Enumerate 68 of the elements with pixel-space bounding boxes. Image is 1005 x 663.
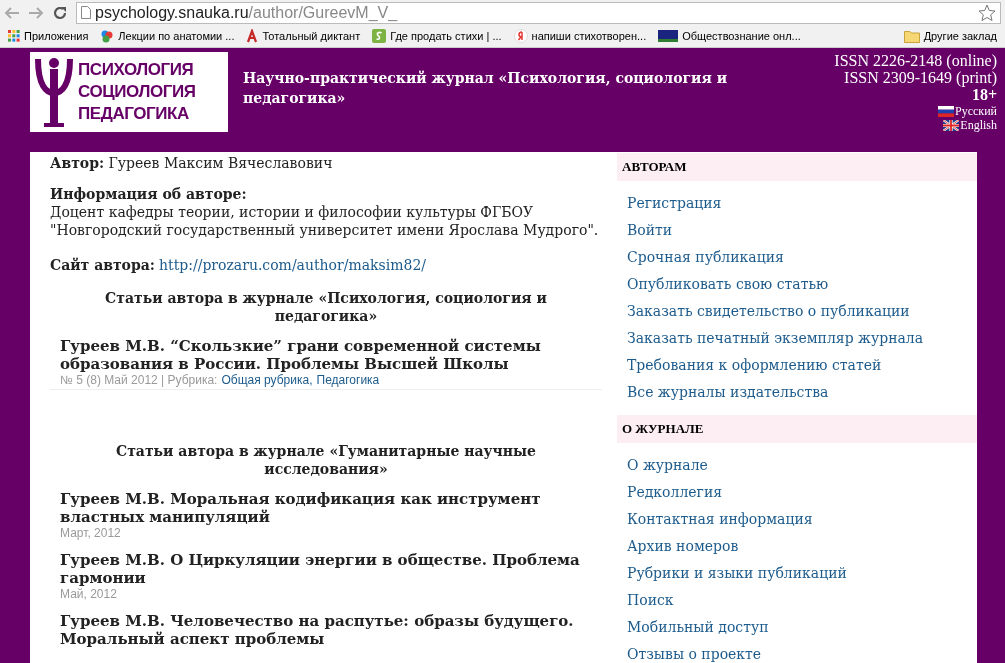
sidebar-link[interactable]: Срочная публикация	[627, 244, 784, 271]
journal-title: Научно-практический журнал «Психология, социология и педагогика»	[243, 69, 729, 108]
article-title[interactable]: Гуреев М.В. Моральная кодификация как инструмент властных манипуляций	[60, 490, 602, 526]
logo-text: ПЕДАГОГИКА	[78, 103, 190, 125]
language-link[interactable]: English	[943, 118, 997, 132]
author-info-label: Информация об авторе:	[50, 185, 248, 203]
comma-separator: ,	[309, 373, 313, 388]
sidebar-link[interactable]: Регистрация	[627, 190, 722, 217]
sidebar-link[interactable]: Войти	[627, 217, 673, 244]
author-name: Автор: Гуреев Максим Вячеславович	[50, 154, 334, 172]
sidebar-link[interactable]: Требования к оформлению статей	[627, 352, 882, 379]
issn-text: ISSN 2309-1649 (print)	[844, 69, 997, 86]
bookmark[interactable]: Где продать стихи | ...	[372, 27, 502, 45]
bookmark[interactable]: Тотальный диктант	[246, 27, 361, 45]
page-icon	[81, 6, 91, 19]
sidebar-link[interactable]: Все журналы издательства	[627, 379, 829, 406]
british-flag-icon	[943, 119, 960, 131]
article-meta: Май, 2012	[60, 587, 117, 602]
logo-text: СОЦИОЛОГИЯ	[78, 81, 196, 103]
article-title[interactable]: Гуреев М.В. “Скользкие” грани современной системы образования в России. Проблемы Высшей Школы	[60, 337, 602, 373]
age-rating: 18+	[971, 86, 997, 104]
bookmark[interactable]: Обществознание онл...	[658, 27, 801, 45]
russian-flag-icon	[938, 105, 954, 117]
folder-icon	[903, 29, 920, 43]
logo[interactable]: ПСИХОЛОГИЯ СОЦИОЛОГИЯ ПЕДАГОГИКА	[30, 52, 228, 132]
sidebar-heading: О ЖУРНАЛЕ	[617, 415, 977, 443]
reload-icon[interactable]	[52, 4, 68, 21]
rubric-link[interactable]: Педагогика	[316, 373, 380, 388]
article-title[interactable]: Гуреев М.В. О Циркуляции энергии в обществе. Проблема гармонии	[60, 551, 602, 587]
article-meta: № 5 (8) Май 2012 | Рубрика:	[60, 373, 218, 388]
forward-arrow-icon[interactable]	[28, 5, 44, 20]
author-info: Доцент кафедры теории, истории и философии культуры ФГБОУ "Новгородский государственный университет имени Ярослава Мудрого".	[50, 203, 600, 239]
article-meta: Март, 2012	[60, 526, 121, 541]
letter-s-icon	[372, 29, 387, 43]
psi-figure-icon	[34, 55, 74, 129]
round-logo-icon	[513, 29, 528, 43]
site-label: Сайт автора:	[50, 256, 155, 274]
back-arrow-icon[interactable]	[4, 5, 20, 20]
author-site-link[interactable]: http://prozaru.com/author/maksim82/	[159, 256, 427, 274]
bookmark[interactable]: Лекции по анатомии ...	[100, 27, 235, 45]
sidebar-link[interactable]: Редколлегия	[627, 479, 723, 506]
ege-badge-icon	[658, 30, 679, 42]
sidebar-link[interactable]: Заказать печатный экземпляр журнала	[627, 325, 924, 352]
sidebar-link[interactable]: Рубрики и языки публикаций	[627, 560, 847, 587]
sidebar-heading: АВТОРАМ	[617, 153, 977, 181]
issn-text: ISSN 2226-2148 (online)	[834, 52, 997, 69]
sidebar-link[interactable]: Архив номеров	[627, 533, 739, 560]
section-heading: Статьи автора в журнале «Гуманитарные научные исследования»	[115, 442, 537, 478]
star-icon[interactable]	[978, 3, 996, 22]
article-title[interactable]: Гуреев М.В. Человечество на распутье: образы будущего. Моральный аспект проблемы	[60, 612, 602, 648]
sidebar-link[interactable]: Заказать свидетельство о публикации	[627, 298, 910, 325]
pinwheel-icon	[100, 29, 115, 43]
sidebar-link[interactable]: Мобильный доступ	[627, 614, 769, 641]
bookmark[interactable]: Другие заклад	[903, 27, 997, 45]
apps-grid-icon	[8, 30, 20, 42]
sidebar-link[interactable]: Поиск	[627, 587, 674, 614]
sidebar-link[interactable]: Контактная информация	[627, 506, 813, 533]
bookmark[interactable]: Приложения	[8, 27, 89, 45]
bookmark[interactable]: напиши стихотворен...	[513, 27, 647, 45]
sidebar-link[interactable]: Отзывы о проекте	[627, 641, 762, 663]
url-text: psychology.snauka.ru/author/GureevM_V_	[95, 2, 398, 23]
section-heading: Статьи автора в журнале «Психология, социология и педагогика»	[104, 289, 548, 325]
letter-a-icon	[246, 29, 259, 43]
sidebar-link[interactable]: О журнале	[627, 452, 708, 479]
address-bar[interactable]: psychology.snauka.ru/author/GureevM_V_	[76, 1, 1001, 24]
sidebar-link[interactable]: Опубликовать свою статью	[627, 271, 829, 298]
language-link[interactable]: Русский	[938, 104, 997, 118]
logo-text: ПСИХОЛОГИЯ	[78, 59, 195, 81]
